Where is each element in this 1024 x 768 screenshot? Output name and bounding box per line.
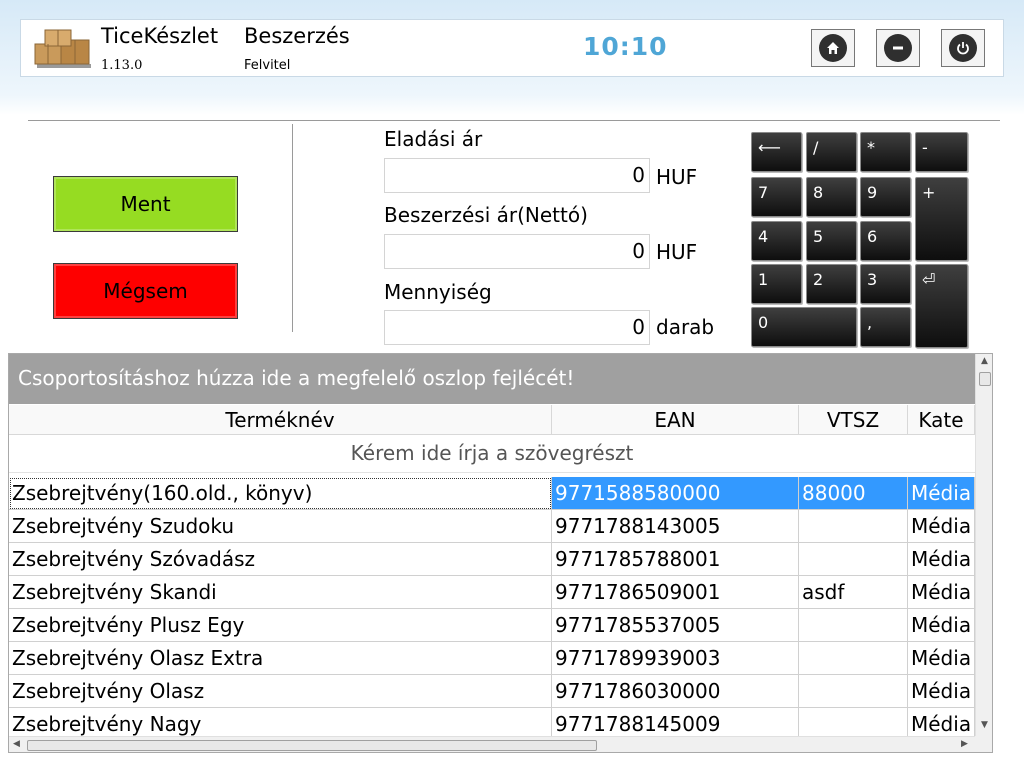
key-3[interactable]: 3 [860,264,911,304]
table-row[interactable]: Zsebrejtvény Szóvadász 9771785788001 Média [9,543,975,576]
scroll-thumb[interactable] [979,372,991,386]
horizontal-scrollbar[interactable]: ◀ ▶ [9,736,975,752]
cell-product-name[interactable]: Zsebrejtvény Szudoku [9,510,552,543]
boxes-logo-icon [33,26,93,72]
power-button[interactable] [941,29,985,67]
cell-product-name[interactable]: Zsebrejtvény Skandi [9,576,552,609]
cell-product-name[interactable]: Zsebrejtvény(160.old., könyv) [9,477,552,510]
table-row[interactable]: Zsebrejtvény Szudoku 9771788143005 Média [9,510,975,543]
divider [292,124,293,332]
cell-product-name[interactable]: Zsebrejtvény Olasz Extra [9,642,552,675]
column-header-ean[interactable]: EAN [552,405,799,435]
app-header: TiceKészlet 1.13.0 Beszerzés Felvitel 10… [20,19,1004,77]
cell-vtsz[interactable] [799,609,908,642]
cell-ean[interactable]: 9771785537005 [552,609,799,642]
key-enter[interactable]: ⏎ [915,264,968,348]
key-5[interactable]: 5 [806,221,857,261]
app-version: 1.13.0 [101,58,143,73]
group-by-panel[interactable]: Csoportosításhoz húzza ide a megfelelő o… [9,354,975,404]
cell-category[interactable]: Média [908,609,975,642]
cell-category[interactable]: Média [908,477,975,510]
key-divide[interactable]: / [806,132,857,172]
module-subtitle: Felvitel [244,58,291,73]
key-0[interactable]: 0 [751,307,857,347]
column-header-product-name[interactable]: Terméknév [9,405,552,435]
scroll-right-icon[interactable]: ▶ [961,739,968,749]
app-name: TiceKészlet [101,24,219,48]
table-row[interactable]: Zsebrejtvény Plusz Egy 9771785537005 Média [9,609,975,642]
minimize-button[interactable] [876,29,920,67]
clock: 10:10 [583,32,668,61]
cell-ean[interactable]: 9771788143005 [552,510,799,543]
scroll-up-icon[interactable]: ▲ [981,356,988,366]
sale-price-input[interactable]: 0 [384,158,650,193]
key-8[interactable]: 8 [806,177,857,217]
cell-product-name[interactable]: Zsebrejtvény Plusz Egy [9,609,552,642]
table-row[interactable]: Zsebrejtvény Olasz Extra 9771789939003 Méd… [9,642,975,675]
key-multiply[interactable]: * [860,132,911,172]
minus-circle-icon [884,34,912,62]
cell-vtsz[interactable] [799,642,908,675]
module-title: Beszerzés [244,24,350,48]
table-row[interactable]: Zsebrejtvény Skandi 9771786509001 asdf Médi… [9,576,975,609]
key-1[interactable]: 1 [751,264,802,304]
purchase-price-input[interactable]: 0 [384,234,650,269]
column-header-vtsz[interactable]: VTSZ [799,405,908,435]
cell-category[interactable]: Média [908,675,975,708]
cell-ean[interactable]: 9771786030000 [552,675,799,708]
cell-product-name[interactable]: Zsebrejtvény Olasz [9,675,552,708]
cell-ean[interactable]: 9771588580000 [552,477,799,510]
cell-ean[interactable]: 9771789939003 [552,642,799,675]
column-header-category[interactable]: Kate [908,405,975,435]
cell-ean[interactable]: 9771785788001 [552,543,799,576]
cell-vtsz[interactable] [799,543,908,576]
cell-vtsz[interactable] [799,510,908,543]
quantity-unit: darab [656,315,715,339]
product-grid: Csoportosításhoz húzza ide a megfelelő o… [8,353,993,753]
cell-category[interactable]: Média [908,576,975,609]
sale-price-label: Eladási ár [384,127,483,151]
key-comma[interactable]: , [860,307,911,347]
power-icon [949,34,977,62]
scroll-corner [975,736,992,752]
cell-category[interactable]: Média [908,642,975,675]
key-6[interactable]: 6 [860,221,911,261]
divider [28,120,1000,121]
quantity-input[interactable]: 0 [384,310,650,345]
filter-row-input[interactable]: Kérem ide írja a szövegrészt [9,436,975,473]
cell-vtsz[interactable]: 88000 [799,477,908,510]
cell-ean[interactable]: 9771786509001 [552,576,799,609]
vertical-scrollbar[interactable]: ▲ ▼ [975,354,992,736]
key-plus[interactable]: + [915,177,968,261]
table-row[interactable]: Zsebrejtvény Olasz 9771786030000 Média [9,675,975,708]
purchase-price-unit: HUF [656,240,698,264]
scroll-thumb[interactable] [27,740,597,751]
home-icon [819,34,847,62]
scroll-down-icon[interactable]: ▼ [981,720,988,730]
cell-product-name[interactable]: Zsebrejtvény Szóvadász [9,543,552,576]
scroll-left-icon[interactable]: ◀ [13,739,20,749]
sale-price-unit: HUF [656,165,698,189]
home-button[interactable] [811,29,855,67]
cell-vtsz[interactable]: asdf [799,576,908,609]
purchase-price-label: Beszerzési ár(Nettó) [384,203,588,227]
key-minus[interactable]: - [915,132,968,172]
cell-vtsz[interactable] [799,675,908,708]
key-4[interactable]: 4 [751,221,802,261]
key-7[interactable]: 7 [751,177,802,217]
quantity-label: Mennyiség [384,280,492,304]
key-9[interactable]: 9 [860,177,911,217]
table-row[interactable]: Zsebrejtvény(160.old., könyv) 97715885800… [9,477,975,510]
cell-category[interactable]: Média [908,543,975,576]
cell-category[interactable]: Média [908,510,975,543]
key-2[interactable]: 2 [806,264,857,304]
save-button[interactable]: Ment [53,176,238,232]
key-backspace[interactable]: ⟵ [751,132,802,172]
cancel-button[interactable]: Mégsem [53,263,238,319]
